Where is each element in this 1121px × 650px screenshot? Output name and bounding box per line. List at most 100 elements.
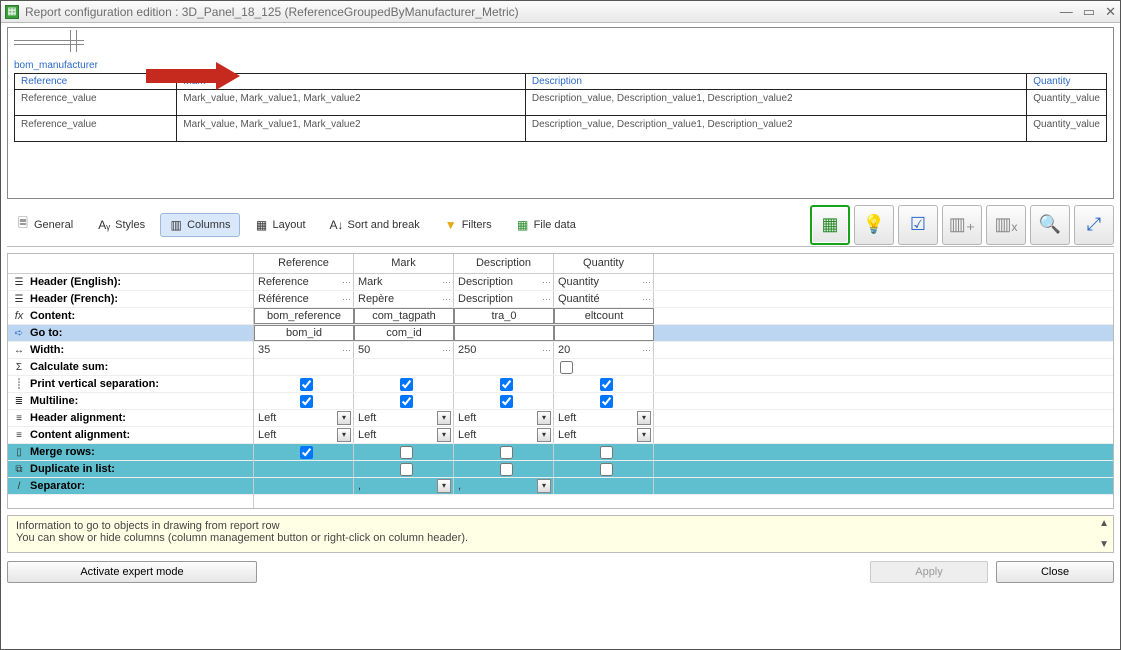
ml-mark-checkbox[interactable] — [400, 395, 413, 408]
dropdown-arrow-icon[interactable]: ▾ — [537, 411, 551, 425]
merge-mark-checkbox[interactable] — [400, 446, 413, 459]
close-button[interactable]: Close — [996, 561, 1114, 583]
cell-halign-desc[interactable]: Left▾ — [454, 410, 554, 426]
cell-header-fr-qty[interactable]: Quantité⋯ — [554, 291, 654, 307]
dropdown-arrow-icon[interactable]: ▾ — [537, 479, 551, 493]
prop-content-align[interactable]: ≡Content alignment: — [8, 427, 253, 444]
dropdown-arrow-icon[interactable]: ▾ — [537, 428, 551, 442]
col-header-mark[interactable]: Mark — [354, 254, 454, 273]
add-column-button[interactable]: ▥₊ — [942, 205, 982, 245]
cell-width-ref[interactable]: 35⋯ — [254, 342, 354, 358]
dup-desc-checkbox[interactable] — [500, 463, 513, 476]
cell-header-en-desc[interactable]: Description⋯ — [454, 274, 554, 290]
cell-calign-desc[interactable]: Left▾ — [454, 427, 554, 443]
cell-merge-ref[interactable] — [254, 444, 354, 460]
cell-merge-mark[interactable] — [354, 444, 454, 460]
merge-ref-checkbox[interactable] — [300, 446, 313, 459]
cell-dup-qty[interactable] — [554, 461, 654, 477]
zoom-fit-button[interactable]: ⤢ — [1074, 205, 1114, 245]
cell-calcsum-mark[interactable] — [354, 359, 454, 375]
cell-content-mark[interactable]: com_tagpath — [354, 308, 454, 324]
dup-qty-checkbox[interactable] — [600, 463, 613, 476]
cell-halign-mark[interactable]: Left▾ — [354, 410, 454, 426]
zoom-button[interactable]: 🔍 — [1030, 205, 1070, 245]
tab-general[interactable]: 🗏General — [7, 213, 82, 237]
calcsum-qty-checkbox[interactable] — [560, 361, 573, 374]
cell-ml-mark[interactable] — [354, 393, 454, 409]
cell-halign-ref[interactable]: Left▾ — [254, 410, 354, 426]
prop-duplicate-list[interactable]: ⧉Duplicate in list: — [8, 461, 253, 478]
cell-ml-desc[interactable] — [454, 393, 554, 409]
prop-merge-rows[interactable]: ▯Merge rows: — [8, 444, 253, 461]
cell-content-ref[interactable]: bom_reference — [254, 308, 354, 324]
cell-dup-mark[interactable] — [354, 461, 454, 477]
tab-sort-break[interactable]: A↓Sort and break — [321, 213, 429, 237]
merge-desc-checkbox[interactable] — [500, 446, 513, 459]
cell-calcsum-ref[interactable] — [254, 359, 354, 375]
ml-desc-checkbox[interactable] — [500, 395, 513, 408]
tab-file-data[interactable]: ▦File data — [507, 213, 585, 237]
minimize-button[interactable]: — — [1060, 4, 1073, 20]
cell-calign-ref[interactable]: Left▾ — [254, 427, 354, 443]
maximize-button[interactable]: ▭ — [1083, 4, 1095, 20]
cell-merge-qty[interactable] — [554, 444, 654, 460]
tab-layout[interactable]: ▦Layout — [246, 213, 315, 237]
expert-mode-button[interactable]: Activate expert mode — [7, 561, 257, 583]
cell-goto-qty[interactable] — [554, 325, 654, 341]
scroll-up-icon[interactable]: ▲ — [1099, 518, 1109, 529]
tab-styles[interactable]: AᵧStyles — [88, 213, 154, 237]
cell-header-en-qty[interactable]: Quantity⋯ — [554, 274, 654, 290]
col-header-quantity[interactable]: Quantity — [554, 254, 654, 273]
dropdown-arrow-icon[interactable]: ▾ — [337, 428, 351, 442]
vsep-desc-checkbox[interactable] — [500, 378, 513, 391]
apply-button[interactable]: Apply — [870, 561, 988, 583]
vsep-mark-checkbox[interactable] — [400, 378, 413, 391]
cell-dup-ref[interactable] — [254, 461, 354, 477]
cell-content-desc[interactable]: tra_0 — [454, 308, 554, 324]
cell-merge-desc[interactable] — [454, 444, 554, 460]
cell-width-mark[interactable]: 50⋯ — [354, 342, 454, 358]
cell-width-desc[interactable]: 250⋯ — [454, 342, 554, 358]
cell-calign-mark[interactable]: Left▾ — [354, 427, 454, 443]
col-header-description[interactable]: Description — [454, 254, 554, 273]
prop-calc-sum[interactable]: ΣCalculate sum: — [8, 359, 253, 376]
dropdown-arrow-icon[interactable]: ▾ — [637, 411, 651, 425]
prop-multiline[interactable]: ≣Multiline: — [8, 393, 253, 410]
dup-mark-checkbox[interactable] — [400, 463, 413, 476]
dropdown-arrow-icon[interactable]: ▾ — [437, 479, 451, 493]
prop-separator[interactable]: /Separator: — [8, 478, 253, 495]
cell-goto-mark[interactable]: com_id — [354, 325, 454, 341]
view-grid-button[interactable]: ▦ — [810, 205, 850, 245]
cell-dup-desc[interactable] — [454, 461, 554, 477]
cell-header-en-mark[interactable]: Mark⋯ — [354, 274, 454, 290]
prop-goto[interactable]: ➪Go to: — [8, 325, 253, 342]
cell-header-fr-desc[interactable]: Description⋯ — [454, 291, 554, 307]
cell-vsep-ref[interactable] — [254, 376, 354, 392]
prop-header-en[interactable]: ☰Header (English): — [8, 274, 253, 291]
tab-columns[interactable]: ▥Columns — [160, 213, 239, 237]
cell-header-fr-ref[interactable]: Référence⋯ — [254, 291, 354, 307]
col-header-reference[interactable]: Reference — [254, 254, 354, 273]
cell-halign-qty[interactable]: Left▾ — [554, 410, 654, 426]
manage-columns-button[interactable]: ☑ — [898, 205, 938, 245]
cell-sep-ref[interactable] — [254, 478, 354, 494]
cell-calcsum-qty[interactable] — [554, 359, 654, 375]
close-window-button[interactable]: ✕ — [1105, 4, 1116, 20]
cell-calign-qty[interactable]: Left▾ — [554, 427, 654, 443]
tab-filters[interactable]: ▼Filters — [435, 213, 501, 237]
merge-qty-checkbox[interactable] — [600, 446, 613, 459]
remove-column-button[interactable]: ▥ₓ — [986, 205, 1026, 245]
dropdown-arrow-icon[interactable]: ▾ — [437, 428, 451, 442]
cell-vsep-qty[interactable] — [554, 376, 654, 392]
cell-calcsum-desc[interactable] — [454, 359, 554, 375]
cell-header-fr-mark[interactable]: Repère⋯ — [354, 291, 454, 307]
cell-goto-desc[interactable] — [454, 325, 554, 341]
dropdown-arrow-icon[interactable]: ▾ — [437, 411, 451, 425]
vsep-qty-checkbox[interactable] — [600, 378, 613, 391]
cell-sep-desc[interactable]: ,▾ — [454, 478, 554, 494]
cell-content-qty[interactable]: eltcount — [554, 308, 654, 324]
prop-content[interactable]: fxContent: — [8, 308, 253, 325]
prop-print-vsep[interactable]: ┊Print vertical separation: — [8, 376, 253, 393]
cell-sep-mark[interactable]: ,▾ — [354, 478, 454, 494]
dropdown-arrow-icon[interactable]: ▾ — [337, 411, 351, 425]
